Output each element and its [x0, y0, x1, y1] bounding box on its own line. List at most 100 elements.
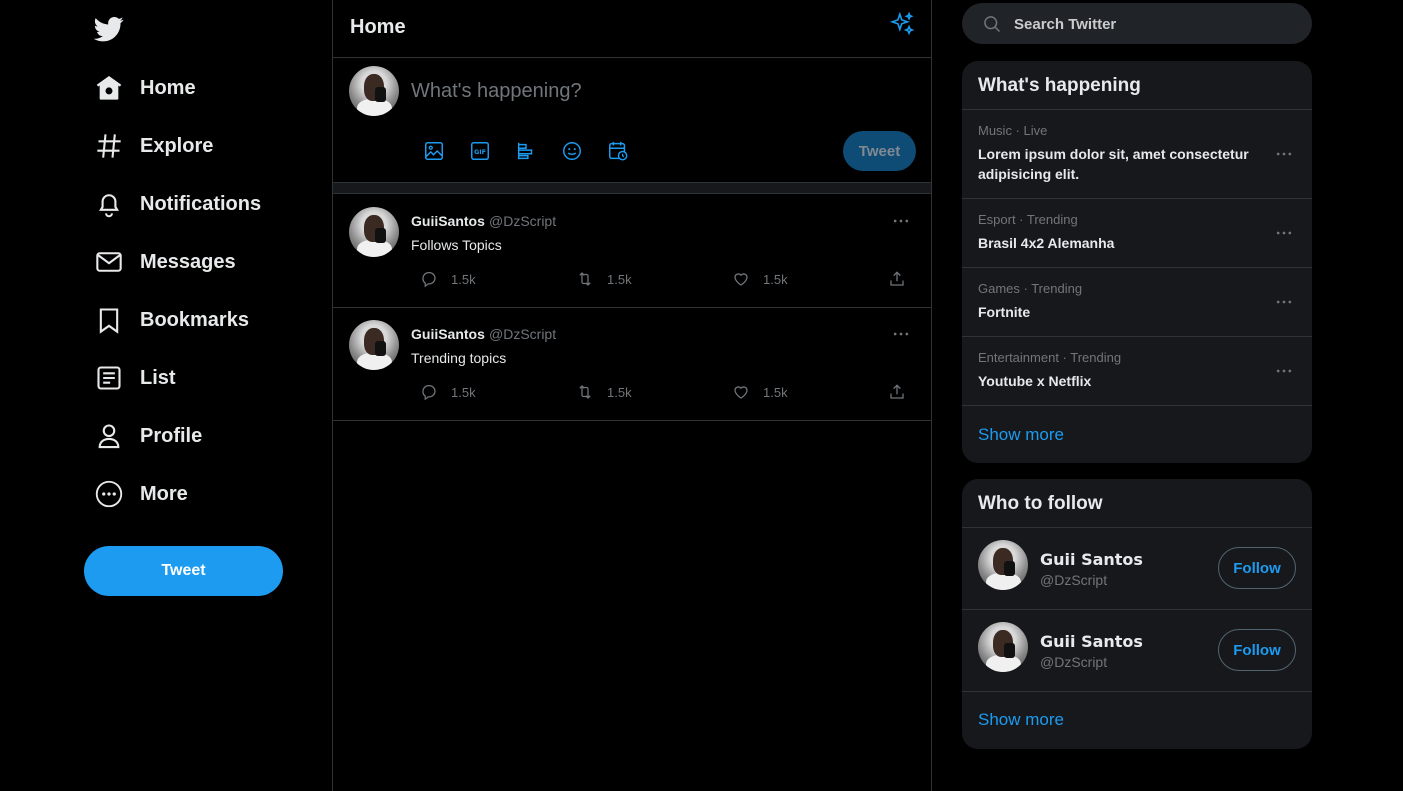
nav-explore[interactable]: Explore — [94, 126, 213, 166]
more-horizontal-icon[interactable] — [889, 322, 913, 346]
poll-icon[interactable] — [513, 138, 539, 164]
nav-profile[interactable]: Profile — [94, 416, 202, 456]
more-horizontal-icon[interactable] — [889, 209, 913, 233]
reply-button[interactable]: 1.5k — [419, 380, 476, 404]
image-icon[interactable] — [421, 138, 447, 164]
show-more-link[interactable]: Show more — [978, 710, 1064, 730]
more-horizontal-icon[interactable] — [1272, 142, 1296, 166]
trend-topic: Brasil 4x2 Alemanha — [978, 235, 1115, 251]
trend-topic: Youtube x Netflix — [978, 373, 1092, 389]
nav-messages-label: Messages — [140, 250, 236, 273]
sparkle-icon[interactable] — [889, 11, 915, 37]
trend-item[interactable]: Music · Live Lorem ipsum dolor sit, amet… — [962, 109, 1312, 198]
tweet-text: Trending topics — [411, 350, 507, 366]
left-sidebar: Home Explore Notifications Messages Book — [0, 0, 332, 791]
trend-meta: Games · Trending — [978, 281, 1083, 296]
nav-more[interactable]: More — [94, 474, 188, 514]
compose-tweet-button[interactable]: Tweet — [843, 131, 916, 171]
sidebar-tweet-button[interactable]: Tweet — [84, 546, 283, 596]
share-button[interactable] — [887, 380, 907, 404]
nav-more-label: More — [140, 482, 188, 505]
user-name: Guii Santos — [1040, 550, 1143, 569]
nav-bookmarks[interactable]: Bookmarks — [94, 300, 249, 340]
tweet-author-handle[interactable]: @DzScript — [489, 213, 556, 229]
trend-item[interactable]: Esport · Trending Brasil 4x2 Alemanha — [962, 198, 1312, 267]
trend-item[interactable]: Entertainment · Trending Youtube x Netfl… — [962, 336, 1312, 405]
more-horizontal-icon[interactable] — [1272, 359, 1296, 383]
retweet-icon — [575, 269, 595, 289]
follow-button[interactable]: Follow — [1218, 629, 1296, 671]
divider — [962, 691, 1312, 692]
user-name: Guii Santos — [1040, 632, 1143, 651]
nav-list[interactable]: List — [94, 358, 176, 398]
gif-icon[interactable]: GIF — [467, 138, 493, 164]
share-icon — [887, 269, 907, 289]
schedule-icon[interactable] — [605, 138, 631, 164]
reply-count: 1.5k — [451, 271, 476, 287]
share-icon — [887, 382, 907, 402]
search-input[interactable] — [1014, 13, 1294, 35]
avatar[interactable] — [978, 540, 1028, 590]
like-button[interactable]: 1.5k — [731, 380, 788, 404]
show-more-link[interactable]: Show more — [978, 425, 1064, 445]
more-horizontal-icon[interactable] — [1272, 221, 1296, 245]
page-title: Home — [350, 16, 406, 38]
more-horizontal-icon[interactable] — [1272, 290, 1296, 314]
panel-title: What's happening — [978, 75, 1141, 96]
like-button[interactable]: 1.5k — [731, 267, 788, 291]
reply-count: 1.5k — [451, 384, 476, 400]
trend-item[interactable]: Games · Trending Fortnite — [962, 267, 1312, 336]
nav-notifications-label: Notifications — [140, 192, 262, 215]
list-icon — [94, 363, 124, 393]
panel-title: Who to follow — [978, 493, 1103, 514]
follow-suggestion[interactable]: Guii Santos @DzScript Follow — [962, 609, 1312, 691]
retweet-icon — [575, 382, 595, 402]
emoji-icon[interactable] — [559, 138, 585, 164]
trend-topic: Fortnite — [978, 304, 1031, 320]
retweet-button[interactable]: 1.5k — [575, 380, 632, 404]
trend-meta: Esport · Trending — [978, 212, 1078, 227]
heart-icon — [731, 269, 751, 289]
tweet-actions: 1.5k 1.5k 1.5k — [419, 267, 919, 291]
tweet-actions: 1.5k 1.5k 1.5k — [419, 380, 919, 404]
search-bar[interactable] — [962, 3, 1312, 44]
user-handle: @DzScript — [1040, 654, 1108, 670]
like-count: 1.5k — [763, 384, 788, 400]
avatar[interactable] — [978, 622, 1028, 672]
composer-toolbar: GIF — [421, 138, 651, 164]
like-count: 1.5k — [763, 271, 788, 287]
compose-input[interactable] — [411, 78, 911, 104]
tweet-composer: GIF Tweet — [333, 58, 931, 182]
who-to-follow-panel: Who to follow Guii Santos @DzScript Foll… — [962, 479, 1312, 749]
reply-icon — [419, 269, 439, 289]
nav-profile-label: Profile — [140, 424, 203, 447]
follow-button[interactable]: Follow — [1218, 547, 1296, 589]
share-button[interactable] — [887, 267, 907, 291]
reply-button[interactable]: 1.5k — [419, 267, 476, 291]
tweet-item[interactable]: GuiiSantos @DzScript Trending topics 1.5… — [333, 308, 931, 421]
nav-messages[interactable]: Messages — [94, 242, 236, 282]
tweet-item[interactable]: GuiiSantos @DzScript Follows Topics 1.5k… — [333, 195, 931, 308]
person-icon — [94, 421, 124, 451]
tweet-text: Follows Topics — [411, 237, 502, 253]
avatar[interactable] — [349, 320, 399, 370]
bell-icon — [94, 189, 124, 219]
twitter-logo-icon[interactable] — [93, 14, 124, 44]
more-circle-icon — [94, 479, 124, 509]
retweet-count: 1.5k — [607, 271, 632, 287]
follow-suggestion[interactable]: Guii Santos @DzScript Follow — [962, 527, 1312, 609]
tweet-author-name[interactable]: GuiiSantos — [411, 326, 485, 342]
avatar[interactable] — [349, 66, 399, 116]
tweet-author-handle[interactable]: @DzScript — [489, 326, 556, 342]
tweet-author-name[interactable]: GuiiSantos — [411, 213, 485, 229]
svg-text:GIF: GIF — [474, 148, 486, 156]
home-icon — [94, 73, 124, 103]
nav-explore-label: Explore — [140, 134, 214, 157]
twitter-app: Home Explore Notifications Messages Book — [0, 0, 1403, 791]
retweet-button[interactable]: 1.5k — [575, 267, 632, 291]
hashtag-icon — [94, 131, 124, 161]
nav-notifications[interactable]: Notifications — [94, 184, 261, 224]
section-divider — [333, 182, 931, 194]
avatar[interactable] — [349, 207, 399, 257]
nav-home[interactable]: Home — [94, 68, 196, 108]
